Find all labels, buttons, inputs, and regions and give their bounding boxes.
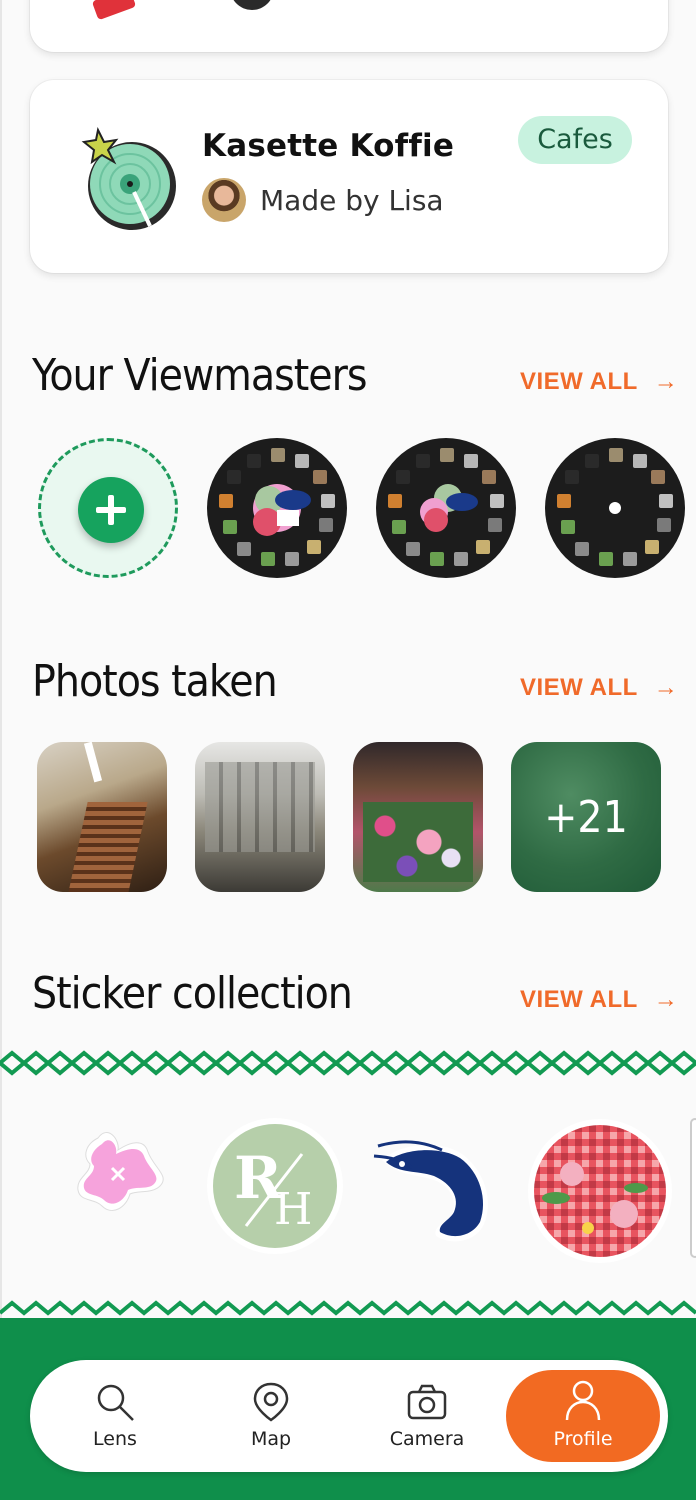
- vinyl-record-sticker: [81, 126, 176, 230]
- svg-text:H: H: [274, 1184, 312, 1235]
- section-title-stickers: Sticker collection: [32, 968, 353, 1019]
- view-all-label: VIEW ALL: [520, 368, 638, 395]
- view-all-label: VIEW ALL: [520, 986, 638, 1013]
- category-tag[interactable]: Cafes: [518, 116, 632, 164]
- nav-label: Lens: [93, 1428, 137, 1450]
- viewmaster-reel[interactable]: [376, 438, 516, 578]
- lens-icon: [97, 1384, 134, 1421]
- camera-icon: [407, 1384, 447, 1420]
- made-by-label: Made by Lisa: [260, 183, 444, 217]
- arrow-right-icon: →: [653, 674, 679, 701]
- more-photos-tile[interactable]: +21: [511, 742, 661, 892]
- nav-item-camera[interactable]: Camera: [357, 1370, 497, 1462]
- nav-item-map[interactable]: Map: [201, 1370, 341, 1462]
- view-all-viewmasters-link[interactable]: VIEW ALL →: [520, 368, 678, 396]
- photo-detail: [66, 802, 148, 892]
- maker-row: Made by Lisa: [202, 178, 444, 222]
- avatar: [230, 0, 274, 10]
- nav-item-profile[interactable]: Profile: [506, 1370, 660, 1462]
- left-edge: [0, 0, 2, 1500]
- nav-item-lens[interactable]: Lens: [45, 1370, 185, 1462]
- nav-label: Profile: [553, 1428, 613, 1450]
- profile-icon: [565, 1380, 601, 1421]
- view-all-stickers-link[interactable]: VIEW ALL →: [520, 986, 678, 1014]
- nav-label: Camera: [389, 1428, 465, 1450]
- photo-thumbnail[interactable]: [37, 742, 167, 892]
- arrow-right-icon: →: [653, 986, 679, 1013]
- viewmaster-reel[interactable]: [207, 438, 347, 578]
- map-pin-icon: [253, 1382, 289, 1422]
- place-card[interactable]: Kasette Koffie Made by Lisa Cafes: [30, 80, 668, 273]
- view-all-label: VIEW ALL: [520, 674, 638, 701]
- avatar: [202, 178, 246, 222]
- photo-detail: [363, 802, 473, 882]
- view-all-photos-link[interactable]: VIEW ALL →: [520, 674, 678, 702]
- shrimp-sticker[interactable]: [372, 1136, 500, 1250]
- rh-logo-sticker[interactable]: R H: [206, 1116, 344, 1256]
- sticker-thumbnail: [91, 0, 137, 21]
- photo-detail: [83, 742, 103, 783]
- section-title-viewmasters: Your Viewmasters: [32, 350, 368, 401]
- more-photos-count: +21: [544, 791, 628, 843]
- arrow-right-icon: →: [653, 368, 679, 395]
- zigzag-border: [0, 1050, 696, 1076]
- sticker-partial[interactable]: [690, 1118, 696, 1258]
- tablecloth-sticker[interactable]: [526, 1118, 674, 1264]
- photo-thumbnail[interactable]: [353, 742, 483, 892]
- photo-thumbnail[interactable]: [195, 742, 325, 892]
- section-title-photos: Photos taken: [32, 656, 278, 707]
- photo-detail: [205, 762, 315, 852]
- viewmaster-reel[interactable]: [545, 438, 685, 578]
- place-title: Kasette Koffie: [202, 128, 455, 164]
- pink-splat-sticker[interactable]: [68, 1120, 174, 1220]
- add-viewmaster-button[interactable]: [38, 438, 178, 578]
- plus-icon: [78, 477, 144, 543]
- nav-label: Map: [250, 1428, 292, 1450]
- place-card-partial[interactable]: [30, 0, 668, 52]
